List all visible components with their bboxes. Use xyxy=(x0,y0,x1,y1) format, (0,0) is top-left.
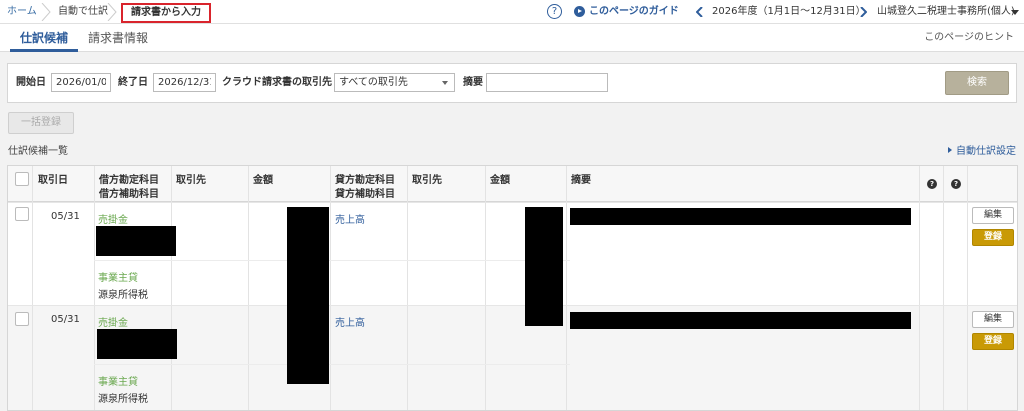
tab-invoice-info[interactable]: 請求書情報 xyxy=(88,24,148,52)
top-bar: ホーム 自動で仕訳 請求書から入力 ? このページのガイド 2026年度（1月1… xyxy=(0,0,1024,24)
row-checkbox[interactable] xyxy=(15,312,29,326)
partner-label: クラウド請求書の取引先 xyxy=(222,77,332,88)
sub-debit-account[interactable]: 事業主貸 xyxy=(98,373,138,388)
page-guide-link[interactable]: このページのガイド xyxy=(589,0,679,24)
row-divider xyxy=(94,260,570,261)
start-date-input[interactable] xyxy=(51,73,111,92)
debit-account[interactable]: 売掛金 xyxy=(98,314,128,329)
end-date-label: 終了日 xyxy=(118,77,148,88)
tab-journal-candidates[interactable]: 仕訳候補 xyxy=(10,24,78,52)
breadcrumb-auto[interactable]: 自動で仕訳 xyxy=(58,0,108,24)
memo-input[interactable] xyxy=(486,73,608,92)
chevron-down-icon[interactable] xyxy=(1011,10,1019,15)
auto-journal-setting-label: 自動仕訳設定 xyxy=(956,146,1016,157)
row-checkbox[interactable] xyxy=(15,207,29,221)
help-icon[interactable]: ? xyxy=(951,179,961,189)
redacted-block xyxy=(96,226,176,256)
row-date: 05/31 xyxy=(51,211,80,222)
sub-debit-subaccount: 源泉所得税 xyxy=(98,290,148,301)
row-divider xyxy=(8,305,1017,306)
credit-account[interactable]: 売上高 xyxy=(335,314,365,329)
header-credit-amount: 金額 xyxy=(490,175,510,186)
memo-label: 摘要 xyxy=(463,77,483,88)
header-credit-partner: 取引先 xyxy=(412,175,442,186)
redacted-block xyxy=(97,329,177,359)
register-button[interactable]: 登録 xyxy=(972,229,1014,246)
header-debit-sub: 借方補助科目 xyxy=(99,189,159,200)
breadcrumb-home[interactable]: ホーム xyxy=(7,0,37,24)
partner-select[interactable]: すべての取引先 xyxy=(334,73,455,92)
bulk-register-button[interactable]: 一括登録 xyxy=(8,112,74,134)
journal-candidates-table: 取引日 借方勘定科目 借方補助科目 取引先 金額 貸方勘定科目 貸方補助科目 取… xyxy=(7,165,1018,411)
redacted-block xyxy=(570,208,911,225)
chevron-down-icon xyxy=(442,81,448,85)
row-divider xyxy=(8,202,1017,203)
page-hint-link[interactable]: このページのヒント xyxy=(924,24,1014,52)
header-debit-amount: 金額 xyxy=(253,175,273,186)
edit-button[interactable]: 編集 xyxy=(972,311,1014,328)
header-debit-account: 借方勘定科目 xyxy=(99,175,159,186)
help-icon[interactable]: ? xyxy=(927,179,937,189)
table-header xyxy=(8,166,1017,202)
redacted-block xyxy=(287,207,329,384)
fiscal-year: 2026年度（1月1日〜12月31日） xyxy=(712,6,866,17)
breadcrumb-current: 請求書から入力 xyxy=(121,3,211,23)
header-credit-account: 貸方勘定科目 xyxy=(335,175,395,186)
play-icon xyxy=(574,6,585,17)
tab-bar: 仕訳候補 請求書情報 このページのヒント xyxy=(0,24,1024,52)
redacted-block xyxy=(525,207,563,326)
office-name[interactable]: 山城登久二税理士事務所(個人) xyxy=(877,0,1015,24)
caret-right-icon xyxy=(948,147,952,153)
sub-debit-subaccount: 源泉所得税 xyxy=(98,394,148,405)
row-divider xyxy=(94,364,570,365)
edit-button[interactable]: 編集 xyxy=(972,207,1014,224)
prev-year-icon[interactable] xyxy=(696,7,703,17)
start-date-label: 開始日 xyxy=(16,77,46,88)
header-memo: 摘要 xyxy=(571,175,591,186)
header-date: 取引日 xyxy=(38,175,68,186)
debit-account[interactable]: 売掛金 xyxy=(98,211,128,226)
help-icon[interactable]: ? xyxy=(547,4,562,19)
header-debit-partner: 取引先 xyxy=(176,175,206,186)
partner-select-value: すべての取引先 xyxy=(339,77,408,88)
redacted-block xyxy=(570,312,911,329)
list-title: 仕訳候補一覧 xyxy=(8,146,68,157)
breadcrumb-separator-icon xyxy=(107,3,117,21)
credit-account[interactable]: 売上高 xyxy=(335,211,365,226)
filter-panel: 開始日 終了日 クラウド請求書の取引先 すべての取引先 摘要 検索 xyxy=(7,63,1017,103)
header-credit-sub: 貸方補助科目 xyxy=(335,189,395,200)
register-button[interactable]: 登録 xyxy=(972,333,1014,350)
select-all-checkbox[interactable] xyxy=(15,172,29,186)
breadcrumb-separator-icon xyxy=(41,3,51,21)
next-year-icon[interactable] xyxy=(860,7,867,17)
search-button[interactable]: 検索 xyxy=(945,71,1009,95)
sub-debit-account[interactable]: 事業主貸 xyxy=(98,269,138,284)
row-date: 05/31 xyxy=(51,314,80,325)
auto-journal-setting-link[interactable]: 自動仕訳設定 xyxy=(948,142,1016,157)
end-date-input[interactable] xyxy=(153,73,216,92)
